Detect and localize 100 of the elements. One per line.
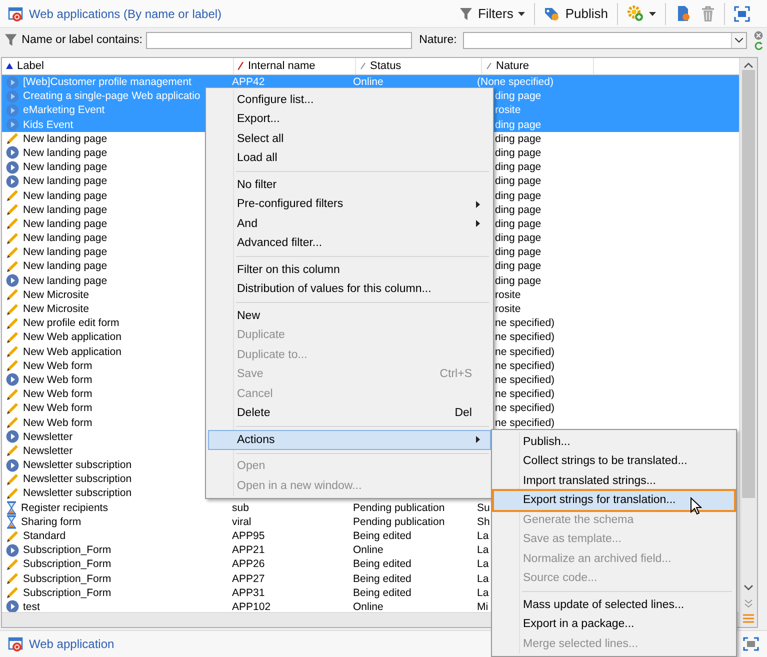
table-cell: APP21 bbox=[232, 544, 265, 556]
delete-button[interactable] bbox=[699, 4, 717, 24]
table-cell[interactable]: Subscription_Form bbox=[23, 544, 112, 556]
table-cell[interactable]: New Web form bbox=[23, 402, 92, 414]
menu-item[interactable]: Export in a package... bbox=[494, 614, 734, 634]
menu-item[interactable]: Export strings for translation... bbox=[494, 490, 734, 510]
shortcut-label: Del bbox=[454, 407, 473, 420]
column-header[interactable]: Status bbox=[356, 58, 482, 74]
table-cell[interactable]: Standard bbox=[23, 530, 66, 542]
menu-item[interactable]: Pre-configured filters bbox=[208, 194, 491, 214]
table-cell[interactable]: New landing page bbox=[23, 190, 108, 202]
table-cell: Online bbox=[353, 76, 384, 88]
column-header[interactable]: Label bbox=[2, 58, 234, 74]
menu-item[interactable]: Delete Del bbox=[208, 404, 491, 423]
table-cell[interactable]: New Web application bbox=[23, 346, 122, 358]
table-cell: ne specified) bbox=[495, 360, 555, 372]
shortcut-label: Ctrl+S bbox=[440, 368, 473, 380]
table-cell[interactable]: New landing page bbox=[23, 274, 108, 287]
table-cell[interactable]: Register recipients bbox=[21, 502, 108, 514]
menu-item[interactable]: Publish... bbox=[494, 432, 734, 452]
menu-item[interactable]: Filter on this column bbox=[208, 260, 491, 280]
scroll-end-icon[interactable] bbox=[744, 599, 753, 608]
table-cell[interactable]: New Web form bbox=[23, 360, 92, 372]
app-logo-icon bbox=[8, 636, 24, 652]
table-cell[interactable]: New landing page bbox=[23, 161, 108, 174]
table-cell: La bbox=[477, 558, 489, 570]
table-cell[interactable]: New landing page bbox=[23, 146, 108, 159]
menu-item[interactable]: Select all bbox=[208, 129, 491, 148]
table-cell: La bbox=[477, 544, 489, 556]
table-cell[interactable]: New landing page bbox=[23, 246, 108, 258]
table-cell[interactable]: New Microsite bbox=[23, 288, 89, 301]
table-cell[interactable]: New landing page bbox=[23, 218, 108, 230]
table-cell: ding page bbox=[495, 190, 542, 202]
menu-item[interactable]: Load all bbox=[208, 148, 491, 168]
menu-item[interactable]: Collect strings to be translated... bbox=[494, 452, 734, 471]
table-cell: ding page bbox=[495, 246, 542, 258]
table-cell: ding page bbox=[495, 232, 542, 244]
mouse-pointer-icon bbox=[690, 497, 702, 515]
table-cell[interactable]: New landing page bbox=[23, 232, 108, 244]
table-cell[interactable]: New Web form bbox=[23, 416, 92, 429]
menu-item[interactable]: Configure list... bbox=[208, 90, 491, 110]
menu-item[interactable]: And bbox=[208, 214, 491, 234]
table-cell[interactable]: Subscription_Form bbox=[23, 572, 112, 585]
table-cell: ding page bbox=[495, 274, 542, 287]
table-cell[interactable]: Subscription_Form bbox=[23, 558, 112, 570]
table-cell[interactable]: New landing page bbox=[23, 260, 108, 272]
table-cell: APP42 bbox=[232, 76, 265, 88]
table-cell[interactable]: New Microsite bbox=[23, 303, 89, 316]
table-cell[interactable]: test bbox=[23, 600, 40, 612]
table-cell: ne specified) bbox=[495, 331, 555, 344]
table-cell: La bbox=[477, 530, 489, 542]
view-title-link[interactable]: Web applications (By name or label) bbox=[29, 6, 222, 20]
table-cell[interactable]: New Web form bbox=[23, 374, 92, 386]
table-cell[interactable]: Newsletter subscription bbox=[23, 487, 132, 500]
web-application-link[interactable]: Web application bbox=[29, 637, 114, 651]
table-cell[interactable]: New landing page bbox=[23, 204, 108, 216]
table-cell[interactable]: New Web application bbox=[23, 331, 122, 344]
table-cell: ne specified) bbox=[495, 374, 555, 386]
fullscreen-button[interactable] bbox=[732, 4, 752, 24]
column-title: Nature bbox=[496, 60, 530, 72]
fullscreen-icon[interactable] bbox=[743, 637, 759, 651]
nature-dropdown[interactable] bbox=[462, 32, 747, 48]
table-cell[interactable]: New landing page bbox=[23, 175, 108, 188]
menu-item[interactable]: Import translated strings... bbox=[494, 471, 734, 490]
vertical-scrollbar[interactable] bbox=[739, 58, 757, 627]
column-header[interactable]: Nature bbox=[482, 58, 594, 74]
menu-item[interactable]: Mass update of selected lines... bbox=[494, 595, 734, 614]
menu-item[interactable]: Distribution of values for this column... bbox=[208, 280, 491, 299]
menu-item[interactable]: No filter bbox=[208, 175, 491, 194]
table-cell: Pending publication bbox=[353, 502, 445, 514]
refresh-icon[interactable] bbox=[754, 40, 763, 50]
table-cell[interactable]: Sharing form bbox=[21, 516, 82, 528]
table-cell[interactable]: New Web form bbox=[23, 388, 92, 400]
table-cell: rosite bbox=[495, 303, 521, 316]
name-filter-field[interactable] bbox=[146, 32, 412, 48]
menu-item[interactable]: New bbox=[208, 306, 491, 326]
table-cell[interactable]: Newsletter subscription bbox=[23, 473, 132, 486]
table-cell[interactable]: Newsletter bbox=[23, 430, 73, 443]
menu-item[interactable]: Advanced filter... bbox=[208, 234, 491, 253]
filters-button[interactable]: Filters bbox=[456, 4, 528, 23]
funnel-icon bbox=[4, 33, 18, 47]
scroll-down-icon[interactable] bbox=[744, 585, 753, 591]
menu-item[interactable]: Export... bbox=[208, 110, 491, 129]
table-cell: Being edited bbox=[353, 586, 412, 599]
table-cell[interactable]: Newsletter subscription bbox=[23, 459, 132, 472]
scroll-up-icon[interactable] bbox=[744, 62, 753, 68]
table-cell: ding page bbox=[495, 175, 542, 188]
column-header[interactable]: Internal name bbox=[234, 58, 356, 74]
table-cell[interactable]: New landing page bbox=[23, 132, 108, 145]
table-cell[interactable]: New profile edit form bbox=[23, 317, 120, 330]
gear-button[interactable] bbox=[625, 3, 658, 24]
table-cell: APP31 bbox=[232, 586, 265, 599]
table-cell[interactable]: Subscription_Form bbox=[23, 586, 112, 599]
list-menu-icon[interactable] bbox=[743, 614, 754, 623]
table-cell: ding page bbox=[495, 118, 542, 131]
menu-item[interactable]: Actions bbox=[208, 430, 491, 450]
clear-icon[interactable] bbox=[754, 30, 763, 40]
table-cell: ne specified) bbox=[495, 416, 555, 429]
table-cell[interactable]: Newsletter bbox=[23, 444, 73, 457]
publish-button[interactable]: Publish bbox=[542, 4, 610, 24]
